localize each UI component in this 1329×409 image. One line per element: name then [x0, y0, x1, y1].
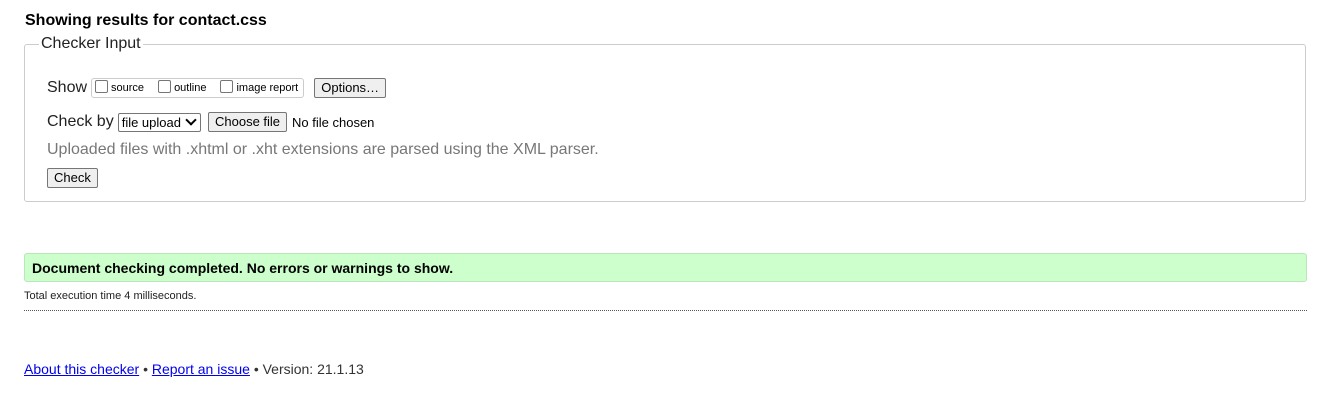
note-row: Uploaded files with .xhtml or .xht exten… [47, 141, 599, 159]
image-report-label: image report [236, 82, 299, 94]
check-by-select[interactable]: file upload [117, 112, 201, 132]
version-text: Version: 21.1.13 [262, 361, 364, 377]
footer-separator: • [143, 361, 148, 377]
report-issue-link[interactable]: Report an issue [152, 361, 250, 377]
footer-separator: • [253, 361, 259, 377]
source-checkbox[interactable] [95, 79, 109, 93]
show-row: Show source outline image report Options… [47, 78, 387, 98]
show-outline-option[interactable]: outline [158, 79, 207, 95]
checker-input-fieldset: Checker Input Show source outline image … [24, 35, 1306, 202]
divider [24, 310, 1307, 311]
show-options-group: source outline image report [91, 78, 305, 98]
validator-page: Showing results for contact.css Checker … [0, 0, 1329, 409]
xml-parser-note: Uploaded files with .xhtml or .xht exten… [47, 141, 599, 158]
check-by-row: Check by file upload Choose file No file… [47, 112, 374, 132]
execution-time: Total execution time 4 milliseconds. [24, 290, 197, 302]
show-source-option[interactable]: source [95, 79, 145, 95]
results-heading: Showing results for contact.css [25, 12, 267, 29]
footer: About this checker • Report an issue • V… [24, 361, 364, 377]
success-message: Document checking completed. No errors o… [24, 253, 1307, 282]
check-by-selected-value: file upload [121, 114, 181, 130]
image-report-checkbox[interactable] [220, 79, 234, 93]
outline-checkbox[interactable] [158, 79, 172, 93]
checker-input-legend: Checker Input [39, 35, 143, 53]
submit-row: Check [47, 168, 98, 188]
check-by-label: Check by [47, 113, 114, 130]
show-image-report-option[interactable]: image report [220, 79, 299, 95]
check-button[interactable]: Check [47, 168, 98, 188]
options-button[interactable]: Options… [314, 78, 387, 98]
about-checker-link[interactable]: About this checker [24, 361, 139, 377]
choose-file-button[interactable]: Choose file [207, 112, 288, 132]
source-label: source [111, 82, 145, 94]
file-status: No file chosen [292, 114, 375, 130]
show-label: Show [47, 79, 88, 96]
outline-label: outline [174, 82, 207, 94]
chevron-down-icon [185, 114, 197, 126]
